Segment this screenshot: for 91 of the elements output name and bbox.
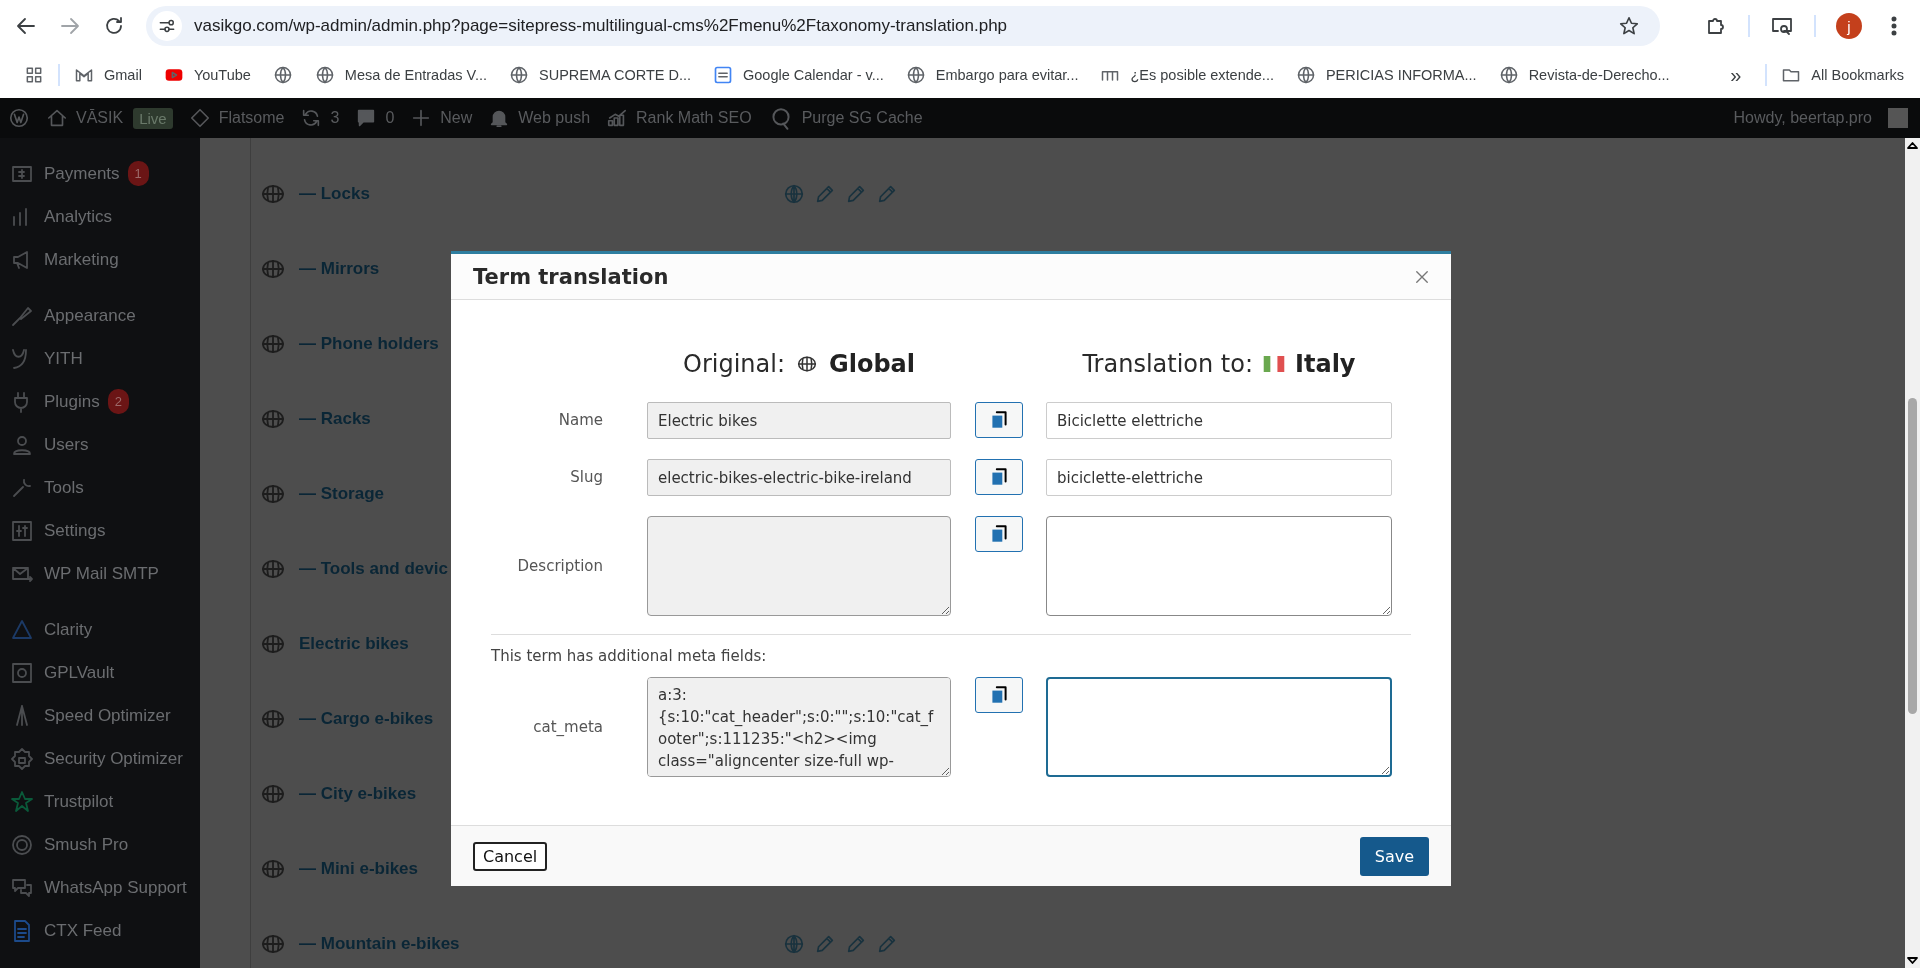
sidebar-item[interactable]: Speed Optimizer xyxy=(0,694,200,737)
sidebar-item[interactable]: Settings xyxy=(0,509,200,552)
field-label: Description xyxy=(516,556,603,577)
sidebar-item[interactable]: YITH xyxy=(0,337,200,380)
field-label: cat_meta xyxy=(532,717,603,738)
more-bookmarks-button[interactable]: » xyxy=(1730,63,1742,87)
sidebar-item[interactable]: Trustpilot xyxy=(0,780,200,823)
original-language: Global xyxy=(829,350,915,378)
apps-grid-icon[interactable] xyxy=(24,65,44,85)
diamond-icon xyxy=(188,107,211,129)
sliders-icon xyxy=(10,518,34,543)
bookmark-link[interactable]: Gmail xyxy=(74,65,142,85)
translation-field[interactable]: Biciclette elettriche xyxy=(1046,402,1392,439)
save-button[interactable]: Save xyxy=(1359,836,1429,876)
home-icon xyxy=(46,107,68,129)
sidebar-item[interactable]: Smush Pro xyxy=(0,823,200,866)
bookmark-link[interactable]: ¿Es posible extende... xyxy=(1100,65,1274,85)
count-badge: 1 xyxy=(127,161,149,186)
sidebar-item[interactable]: Security Optimizer xyxy=(0,737,200,780)
sidebar-item[interactable]: Payments 1 xyxy=(0,152,200,195)
comments-link[interactable]: 0 xyxy=(355,107,395,129)
original-field[interactable] xyxy=(647,516,951,616)
web-push-link[interactable]: Web push xyxy=(488,107,591,129)
original-field[interactable]: Electric bikes xyxy=(647,402,951,439)
profile-avatar[interactable]: j xyxy=(1836,13,1862,39)
sidebar-item[interactable]: WP Mail SMTP xyxy=(0,552,200,595)
sidebar-item[interactable]: Users xyxy=(0,423,200,466)
bookmark-icon-link[interactable] xyxy=(272,65,293,85)
translation-language: Italy xyxy=(1295,350,1356,378)
scrollbar-drawing[interactable] xyxy=(1905,138,1920,968)
sidebar-item[interactable]: CTX Feed xyxy=(0,909,200,952)
sidebar-item[interactable]: Plugins 2 xyxy=(0,380,200,423)
original-label: Original: xyxy=(683,350,785,378)
bookmark-link[interactable]: SUPREMA CORTE D... xyxy=(509,65,691,85)
site-settings-icon[interactable] xyxy=(152,11,182,41)
star-icon[interactable] xyxy=(1618,15,1640,37)
translation-field[interactable] xyxy=(1046,516,1392,616)
dialog-title: Term translation xyxy=(473,264,669,289)
star-icon xyxy=(10,789,34,814)
meta-fields-note: This term has additional meta fields: xyxy=(491,647,768,665)
purge-cache-link[interactable]: Purge SG Cache xyxy=(767,105,923,131)
concentric-circles-icon xyxy=(10,832,34,857)
bookmark-link[interactable]: Embargo para evitar... xyxy=(905,65,1079,85)
globe-icon xyxy=(509,65,529,85)
sidebar-item[interactable]: Appearance xyxy=(0,294,200,337)
field-label: Slug xyxy=(569,467,603,488)
bookmark-link[interactable]: Revista-de-Derecho... xyxy=(1498,65,1670,85)
bookmark-link[interactable]: Google Calendar - v... xyxy=(713,65,884,85)
new-link[interactable]: New xyxy=(410,107,473,129)
triangle-icon xyxy=(10,617,34,642)
globe-icon xyxy=(905,65,926,85)
sidebar-item[interactable]: Tools xyxy=(0,466,200,509)
all-bookmarks-link[interactable]: All Bookmarks xyxy=(1781,65,1904,85)
bookmark-link[interactable]: PERICIAS INFORMA... xyxy=(1295,65,1477,85)
updates-link[interactable]: 3 xyxy=(300,107,340,129)
globe-icon xyxy=(314,65,335,85)
sidebar-item[interactable]: Analytics xyxy=(0,195,200,238)
sidebar-item[interactable]: Clarity xyxy=(0,608,200,651)
translation-field[interactable]: biciclette-elettriche xyxy=(1046,459,1392,496)
globe-icon xyxy=(1295,65,1316,85)
site-name-link[interactable]: VĀSIK xyxy=(46,107,124,129)
count-badge: 2 xyxy=(107,389,129,414)
globe-icon xyxy=(272,65,293,85)
account-link[interactable]: Howdy, beertap.pro xyxy=(1733,109,1872,127)
live-badge: Live xyxy=(133,107,173,129)
translation-label: Translation to: xyxy=(1082,350,1254,378)
copy-button[interactable] xyxy=(975,516,1023,552)
copy-button[interactable] xyxy=(975,459,1023,495)
original-field[interactable]: electric-bikes-electric-bike-ireland xyxy=(647,459,951,496)
rank-math-link[interactable]: Rank Math SEO xyxy=(606,107,752,129)
globe-icon xyxy=(795,354,819,374)
safe-icon xyxy=(10,660,34,685)
bookmark-link[interactable]: Mesa de Entradas V... xyxy=(314,65,487,85)
copy-button[interactable] xyxy=(975,402,1023,438)
sidebar-item[interactable]: WhatsApp Support xyxy=(0,866,200,909)
sidebar-item[interactable]: Marketing xyxy=(0,238,200,281)
lock-gear-icon xyxy=(10,746,34,771)
copy-button[interactable] xyxy=(975,677,1023,713)
sidebar-item[interactable]: GPLVault xyxy=(0,651,200,694)
original-field[interactable]: a:3:{s:10:"cat_header";s:0:"";s:10:"cat_footer";s:111235:"<h2><img class="aligncenter size-full wp- xyxy=(647,677,951,777)
calendar-icon xyxy=(713,65,733,85)
bookmark-link[interactable]: YouTube xyxy=(163,65,251,85)
field-label: Name xyxy=(557,410,603,431)
wordpress-logo-icon[interactable] xyxy=(8,107,30,129)
flag-icon xyxy=(1263,356,1286,372)
theme-link[interactable]: Flatsome xyxy=(188,107,285,129)
translation-field[interactable] xyxy=(1046,677,1392,777)
address-bar[interactable]: vasikgo.com/wp-admin/admin.php?page=sitepress-multilingual-cms%2Fmenu%2Ftaxonomy-translation.php xyxy=(146,6,1660,46)
cancel-button[interactable]: Cancel xyxy=(473,841,548,871)
chart-icon xyxy=(606,107,629,129)
globe-icon xyxy=(1498,65,1519,85)
